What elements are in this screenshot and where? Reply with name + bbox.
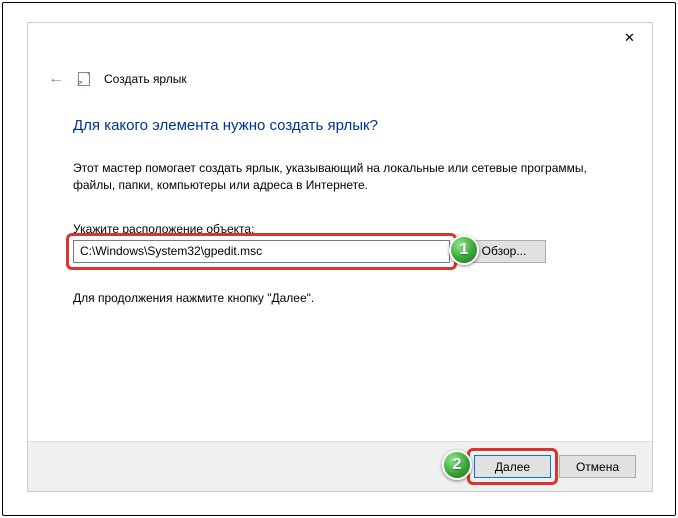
next-wrapper: Далее 2 bbox=[474, 455, 551, 478]
next-button[interactable]: Далее bbox=[474, 455, 551, 478]
back-arrow-icon[interactable]: ← bbox=[48, 71, 64, 87]
location-input[interactable] bbox=[73, 240, 450, 263]
wizard-description: Этот мастер помогает создать ярлык, указ… bbox=[73, 160, 603, 194]
browse-button[interactable]: Обзор... bbox=[462, 240, 546, 263]
location-row: 1 Обзор... bbox=[73, 240, 612, 263]
input-wrapper: 1 bbox=[73, 240, 450, 263]
close-icon[interactable]: ✕ bbox=[607, 23, 652, 53]
cancel-button[interactable]: Отмена bbox=[559, 455, 636, 478]
titlebar: ✕ bbox=[28, 23, 652, 61]
dialog-footer: Далее 2 Отмена bbox=[28, 441, 652, 491]
dialog-content: Для какого элемента нужно создать ярлык?… bbox=[28, 87, 652, 305]
wizard-title: Создать ярлык bbox=[104, 72, 187, 86]
main-heading: Для какого элемента нужно создать ярлык? bbox=[73, 117, 612, 134]
dialog-header: ← Создать ярлык bbox=[28, 61, 652, 87]
create-shortcut-dialog: ✕ ← Создать ярлык Для какого элемента ну… bbox=[27, 22, 653, 492]
continue-hint: Для продолжения нажмите кнопку "Далее". bbox=[73, 291, 612, 305]
location-label: Укажите расположение объекта: bbox=[73, 222, 612, 236]
shortcut-file-icon bbox=[78, 72, 90, 86]
annotation-badge-2: 2 bbox=[442, 450, 472, 480]
